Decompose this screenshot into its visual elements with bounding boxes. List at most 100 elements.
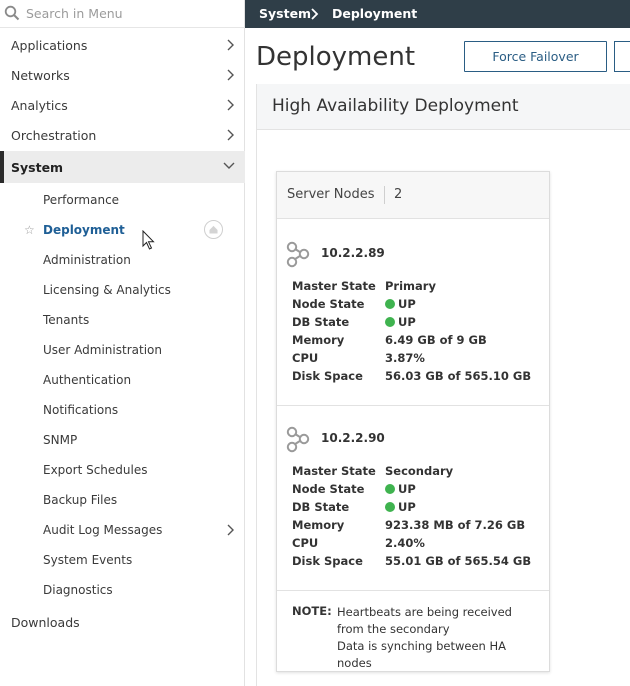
- sidebar-item-label: Analytics: [11, 98, 68, 113]
- section-header: High Availability Deployment: [257, 84, 630, 130]
- status-up-icon: [385, 299, 395, 309]
- status-text: UP: [398, 500, 416, 514]
- chevron-down-icon: [223, 162, 235, 169]
- page-title: Deployment: [256, 42, 416, 72]
- chevron-right-icon: [227, 99, 234, 111]
- row-label: CPU: [292, 351, 319, 365]
- sidebar-subitem-label: Deployment: [43, 223, 125, 237]
- sidebar-subitem-label: Backup Files: [43, 493, 118, 507]
- search-bar: [0, 0, 245, 28]
- note-line-heartbeat: Heartbeats are being received from the s…: [337, 605, 512, 636]
- divider: [384, 186, 385, 204]
- card-title: Server Nodes: [287, 187, 375, 202]
- node-state-row: Node State UP: [292, 297, 542, 315]
- db-state-row: DB State UP: [292, 315, 542, 333]
- sidebar-item-downloads[interactable]: Downloads: [0, 607, 245, 637]
- sidebar-subitem-snmp[interactable]: SNMP: [0, 425, 245, 455]
- sidebar-item-label: Orchestration: [11, 128, 97, 143]
- share-nodes-icon: [286, 241, 310, 268]
- chevron-right-icon: [227, 69, 234, 81]
- row-label: Node State: [292, 482, 365, 496]
- sidebar-subitem-label: Export Schedules: [43, 463, 148, 477]
- sidebar-item-label: Applications: [11, 38, 88, 53]
- secondary-action-button[interactable]: [614, 41, 630, 72]
- sidebar-item-applications[interactable]: Applications: [0, 30, 245, 60]
- breadcrumb-deployment: Deployment: [332, 6, 418, 21]
- row-label: Node State: [292, 297, 365, 311]
- sidebar-subitem-label: Notifications: [43, 403, 119, 417]
- sidebar-subitem-performance[interactable]: Performance: [0, 185, 245, 215]
- home-icon[interactable]: [204, 220, 223, 239]
- search-input[interactable]: [26, 2, 236, 24]
- memory-value: 923.38 MB of 7.26 GB: [385, 518, 526, 532]
- search-icon: [4, 5, 20, 21]
- node-state-row: Node State UP: [292, 482, 542, 500]
- sidebar-subitem-licensing[interactable]: Licensing & Analytics: [0, 275, 245, 305]
- breadcrumb-chevron-icon: [311, 8, 319, 20]
- sidebar-subitem-diagnostics[interactable]: Diagnostics: [0, 575, 245, 605]
- note-line-sync: Data is synching between HA nodes: [337, 639, 506, 670]
- sidebar-item-label: Networks: [11, 68, 70, 83]
- sidebar-subitem-label: Licensing & Analytics: [43, 283, 171, 297]
- sidebar-subitem-export-schedules[interactable]: Export Schedules: [0, 455, 245, 485]
- db-state-value: UP: [385, 500, 416, 514]
- server-nodes-card: Server Nodes 2 10.2.2.89 Master State Pr…: [276, 171, 550, 672]
- status-up-icon: [385, 484, 395, 494]
- memory-value: 6.49 GB of 9 GB: [385, 333, 487, 347]
- sidebar-subitem-system-events[interactable]: System Events: [0, 545, 245, 575]
- sidebar-subitem-label: System Events: [43, 553, 133, 567]
- row-label: Master State: [292, 279, 376, 293]
- sidebar-subitem-administration[interactable]: Administration: [0, 245, 245, 275]
- chevron-right-icon: [227, 39, 234, 51]
- sidebar-item-orchestration[interactable]: Orchestration: [0, 120, 245, 150]
- sidebar-subitem-label: Performance: [43, 193, 120, 207]
- sidebar-subitem-deployment[interactable]: ☆ Deployment: [0, 215, 245, 245]
- disk-space-row: Disk Space 55.01 GB of 565.54 GB: [292, 554, 542, 572]
- sidebar-subitem-label: SNMP: [43, 433, 78, 447]
- share-nodes-icon: [286, 426, 310, 453]
- row-label: Disk Space: [292, 369, 363, 383]
- node-count: 2: [394, 187, 403, 202]
- row-label: DB State: [292, 315, 350, 329]
- sidebar: Applications Networks Analytics Orchestr…: [0, 0, 245, 686]
- node-divider: [277, 405, 549, 406]
- sidebar-item-networks[interactable]: Networks: [0, 60, 245, 90]
- sidebar-subitem-user-administration[interactable]: User Administration: [0, 335, 245, 365]
- memory-row: Memory 6.49 GB of 9 GB: [292, 333, 542, 351]
- breadcrumb-system[interactable]: System: [259, 6, 311, 21]
- disk-space-value: 55.01 GB of 565.54 GB: [385, 554, 532, 568]
- force-failover-button[interactable]: Force Failover: [464, 41, 607, 72]
- master-state-row: Master State Secondary: [292, 464, 542, 482]
- star-icon[interactable]: ☆: [24, 223, 35, 237]
- sidebar-subitem-backup-files[interactable]: Backup Files: [0, 485, 245, 515]
- row-label: Memory: [292, 518, 345, 532]
- note-text: Heartbeats are being received from the s…: [337, 604, 542, 672]
- sidebar-subitem-label: Administration: [43, 253, 131, 267]
- node-ip: 10.2.2.90: [321, 431, 385, 445]
- row-label: CPU: [292, 536, 319, 550]
- master-state-value: Primary: [385, 279, 436, 293]
- row-label: Disk Space: [292, 554, 363, 568]
- status-text: UP: [398, 315, 416, 329]
- cpu-value: 3.87%: [385, 351, 425, 365]
- sidebar-item-system[interactable]: System: [0, 151, 245, 183]
- sidebar-subitem-notifications[interactable]: Notifications: [0, 395, 245, 425]
- row-label: Memory: [292, 333, 345, 347]
- disk-space-value: 56.03 GB of 565.10 GB: [385, 369, 532, 383]
- row-label: Master State: [292, 464, 376, 478]
- node-state-value: UP: [385, 482, 416, 496]
- mouse-cursor-icon: [142, 230, 155, 250]
- sidebar-item-analytics[interactable]: Analytics: [0, 90, 245, 120]
- cpu-value: 2.40%: [385, 536, 425, 550]
- master-state-row: Master State Primary: [292, 279, 542, 297]
- sidebar-subitem-tenants[interactable]: Tenants: [0, 305, 245, 335]
- chevron-right-icon: [227, 129, 234, 141]
- sidebar-subitem-authentication[interactable]: Authentication: [0, 365, 245, 395]
- sidebar-subitem-label: Tenants: [43, 313, 90, 327]
- sidebar-subitem-label: Audit Log Messages: [43, 523, 163, 537]
- db-state-row: DB State UP: [292, 500, 542, 518]
- sidebar-subitem-audit-log-messages[interactable]: Audit Log Messages: [0, 515, 245, 545]
- chevron-right-icon: [227, 524, 234, 536]
- card-header: Server Nodes 2: [277, 172, 549, 219]
- disk-space-row: Disk Space 56.03 GB of 565.10 GB: [292, 369, 542, 387]
